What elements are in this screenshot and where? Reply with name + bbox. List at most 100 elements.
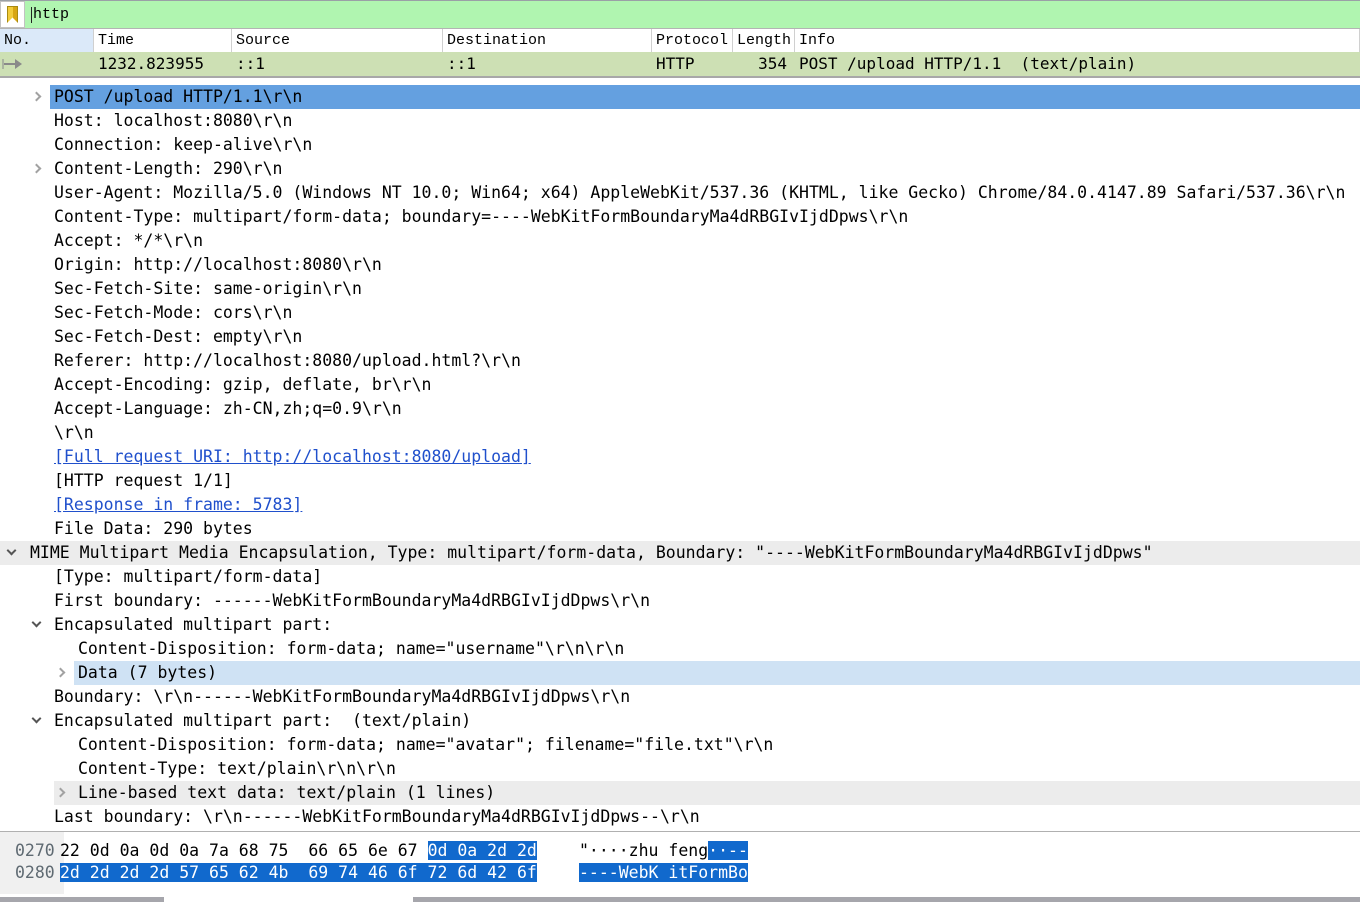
- packet-detail-row[interactable]: MIME Multipart Media Encapsulation, Type…: [0, 541, 1360, 565]
- field-text: Sec-Fetch-Mode: cors\r\n: [54, 301, 292, 325]
- packet-bytes-pane: 027022 0d 0a 0d 0a 7a 68 75 66 65 6e 67 …: [0, 832, 1360, 895]
- packet-cell-time: 1232.823955: [94, 52, 232, 76]
- ascii-bytes[interactable]: "····zhu feng··--: [579, 840, 748, 862]
- column-header-protocol[interactable]: Protocol: [652, 29, 733, 52]
- packet-detail-row[interactable]: Content-Type: text/plain\r\n\r\n: [0, 757, 1360, 781]
- packet-cell-protocol: HTTP: [652, 52, 733, 76]
- field-text: Data (7 bytes): [78, 661, 217, 685]
- packet-detail-row[interactable]: Sec-Fetch-Mode: cors\r\n: [0, 301, 1360, 325]
- packet-detail-row[interactable]: Encapsulated multipart part: (text/plain…: [0, 709, 1360, 733]
- hex-bytes[interactable]: 22 0d 0a 0d 0a 7a 68 75 66 65 6e 67 0d 0…: [60, 840, 537, 862]
- packet-detail-row[interactable]: [Type: multipart/form-data]: [0, 565, 1360, 589]
- field-text: Sec-Fetch-Dest: empty\r\n: [54, 325, 302, 349]
- hex-offset: 0280: [15, 862, 55, 884]
- packet-detail-row[interactable]: Accept: */*\r\n: [0, 229, 1360, 253]
- packet-detail-row[interactable]: Accept-Encoding: gzip, deflate, br\r\n: [0, 373, 1360, 397]
- field-text: Content-Type: multipart/form-data; bound…: [54, 205, 908, 229]
- packet-list-header: No. Time Source Destination Protocol Len…: [0, 29, 1360, 52]
- packet-detail-row[interactable]: POST /upload HTTP/1.1\r\n: [0, 85, 1360, 109]
- field-text: Boundary: \r\n------WebKitFormBoundaryMa…: [54, 685, 630, 709]
- wireshark-window: http No. Time Source Destination Protoco…: [0, 0, 1360, 902]
- filter-value: http: [33, 6, 69, 23]
- hex-dump-row[interactable]: 027022 0d 0a 0d 0a 7a 68 75 66 65 6e 67 …: [0, 840, 1360, 862]
- packet-detail-row[interactable]: Encapsulated multipart part:: [0, 613, 1360, 637]
- packet-detail-row[interactable]: User-Agent: Mozilla/5.0 (Windows NT 10.0…: [0, 181, 1360, 205]
- field-text: Accept-Language: zh-CN,zh;q=0.9\r\n: [54, 397, 402, 421]
- packet-detail-row[interactable]: Connection: keep-alive\r\n: [0, 133, 1360, 157]
- filter-bookmark-button[interactable]: [0, 1, 25, 28]
- packet-detail-row[interactable]: Referer: http://localhost:8080/upload.ht…: [0, 349, 1360, 373]
- field-text: [Type: multipart/form-data]: [54, 565, 322, 589]
- packet-detail-row[interactable]: Content-Disposition: form-data; name="av…: [0, 733, 1360, 757]
- hex-bytes[interactable]: 2d 2d 2d 2d 57 65 62 4b 69 74 46 6f 72 6…: [60, 862, 537, 884]
- packet-list: No. Time Source Destination Protocol Len…: [0, 28, 1360, 78]
- packet-cell-no: 5615: [0, 52, 94, 76]
- bookmark-icon: [7, 6, 18, 23]
- hex-dump-row[interactable]: 02802d 2d 2d 2d 57 65 62 4b 69 74 46 6f …: [0, 862, 1360, 884]
- field-link[interactable]: [Full request URI: http://localhost:8080…: [54, 445, 531, 469]
- field-text: First boundary: ------WebKitFormBoundary…: [54, 589, 650, 613]
- packet-detail-row[interactable]: Accept-Language: zh-CN,zh;q=0.9\r\n: [0, 397, 1360, 421]
- expand-chevron-icon[interactable]: [56, 668, 66, 678]
- column-header-length[interactable]: Length: [733, 29, 795, 52]
- packet-detail-row[interactable]: Host: localhost:8080\r\n: [0, 109, 1360, 133]
- field-text: Line-based text data: text/plain (1 line…: [78, 781, 495, 805]
- packet-detail-row[interactable]: Sec-Fetch-Dest: empty\r\n: [0, 325, 1360, 349]
- column-header-no[interactable]: No.: [0, 29, 94, 52]
- collapse-chevron-icon[interactable]: [32, 714, 42, 724]
- selected-bytes-highlight: ----WebK itFormBo: [579, 863, 748, 882]
- packet-detail-row[interactable]: Last boundary: \r\n------WebKitFormBound…: [0, 805, 1360, 829]
- selected-bytes-highlight: 0d 0a 2d 2d: [428, 841, 537, 860]
- statusbar-edge: [0, 897, 1360, 902]
- field-text: Accept-Encoding: gzip, deflate, br\r\n: [54, 373, 432, 397]
- field-text: Referer: http://localhost:8080/upload.ht…: [54, 349, 521, 373]
- packet-detail-row[interactable]: First boundary: ------WebKitFormBoundary…: [0, 589, 1360, 613]
- field-text: Encapsulated multipart part: (text/plain…: [54, 709, 471, 733]
- field-text: \r\n: [54, 421, 94, 445]
- column-header-source[interactable]: Source: [232, 29, 443, 52]
- field-text: Origin: http://localhost:8080\r\n: [54, 253, 382, 277]
- packet-detail-row[interactable]: Data (7 bytes): [0, 661, 1360, 685]
- column-header-info[interactable]: Info: [795, 29, 1360, 52]
- column-header-destination[interactable]: Destination: [443, 29, 652, 52]
- field-text: Host: localhost:8080\r\n: [54, 109, 292, 133]
- packet-detail-row[interactable]: Content-Type: multipart/form-data; bound…: [0, 205, 1360, 229]
- display-filter-bar: http: [0, 0, 1360, 28]
- packet-cell-info: POST /upload HTTP/1.1 (text/plain): [795, 52, 1360, 76]
- packet-detail-row[interactable]: File Data: 290 bytes: [0, 517, 1360, 541]
- related-packet-arrow-icon: [4, 63, 15, 65]
- column-header-time[interactable]: Time: [94, 29, 232, 52]
- packet-detail-row[interactable]: Sec-Fetch-Site: same-origin\r\n: [0, 277, 1360, 301]
- packet-detail-row[interactable]: Origin: http://localhost:8080\r\n: [0, 253, 1360, 277]
- packet-cell-source: ::1: [232, 52, 443, 76]
- ascii-bytes[interactable]: ----WebK itFormBo: [579, 862, 748, 884]
- packet-detail-pane: POST /upload HTTP/1.1\r\nHost: localhost…: [0, 78, 1360, 832]
- packet-detail-row[interactable]: [Response in frame: 5783]: [0, 493, 1360, 517]
- field-text: Last boundary: \r\n------WebKitFormBound…: [54, 805, 700, 829]
- selected-bytes-highlight: ··--: [708, 841, 748, 860]
- field-text: Content-Length: 290\r\n: [54, 157, 282, 181]
- field-text: POST /upload HTTP/1.1\r\n: [54, 85, 302, 109]
- field-text: MIME Multipart Media Encapsulation, Type…: [30, 541, 1153, 565]
- statusbar-fragment: [413, 897, 1360, 902]
- packet-detail-row[interactable]: [HTTP request 1/1]: [0, 469, 1360, 493]
- field-link[interactable]: [Response in frame: 5783]: [54, 493, 302, 517]
- field-text: Content-Type: text/plain\r\n\r\n: [78, 757, 396, 781]
- expand-chevron-icon[interactable]: [32, 164, 42, 174]
- packet-detail-row[interactable]: [Full request URI: http://localhost:8080…: [0, 445, 1360, 469]
- packet-detail-row[interactable]: Boundary: \r\n------WebKitFormBoundaryMa…: [0, 685, 1360, 709]
- packet-detail-row[interactable]: Content-Disposition: form-data; name="us…: [0, 637, 1360, 661]
- collapse-chevron-icon[interactable]: [32, 618, 42, 628]
- field-text: Connection: keep-alive\r\n: [54, 133, 312, 157]
- filter-input[interactable]: http: [25, 1, 1360, 28]
- packet-detail-row[interactable]: Line-based text data: text/plain (1 line…: [0, 781, 1360, 805]
- inactive-selection-highlight: [74, 661, 1360, 685]
- expand-chevron-icon[interactable]: [32, 92, 42, 102]
- packet-detail-row[interactable]: \r\n: [0, 421, 1360, 445]
- packet-row[interactable]: 5615 1232.823955 ::1 ::1 HTTP 354 POST /…: [0, 52, 1360, 76]
- packet-detail-row[interactable]: Content-Length: 290\r\n: [0, 157, 1360, 181]
- field-text: Encapsulated multipart part:: [54, 613, 342, 637]
- packet-cell-length: 354: [733, 52, 795, 76]
- packet-cell-destination: ::1: [443, 52, 652, 76]
- field-text: Sec-Fetch-Site: same-origin\r\n: [54, 277, 362, 301]
